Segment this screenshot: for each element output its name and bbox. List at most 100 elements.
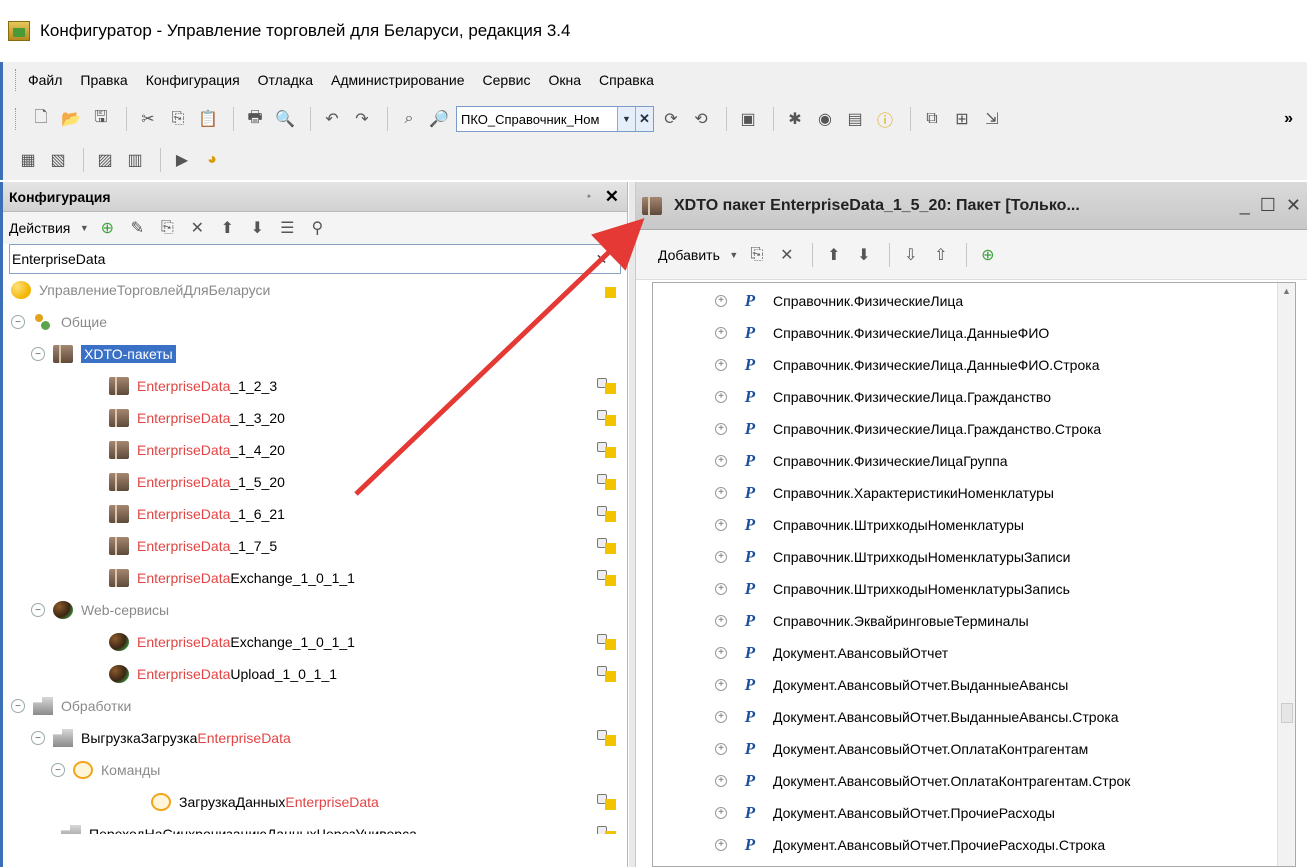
- chevron-down-icon[interactable]: ▼: [617, 107, 635, 131]
- xdto-type-row[interactable]: + P Документ.АвансовыйОтчет.ОплатаКонтраге…: [715, 733, 1088, 765]
- tree-filter-input[interactable]: [10, 251, 596, 267]
- delete-icon[interactable]: ✕: [774, 242, 800, 268]
- collapse-icon[interactable]: −: [31, 731, 45, 745]
- move-up-icon[interactable]: ⬆: [821, 242, 847, 268]
- menu-configuration[interactable]: Конфигурация: [146, 72, 240, 88]
- open-file-icon[interactable]: 📂: [58, 106, 84, 132]
- tree-xdto-item[interactable]: EnterpriseData _1_2_3: [109, 370, 277, 402]
- xdto-type-row[interactable]: + P Справочник.ФизическиеЛица.Гражданство.…: [715, 413, 1101, 445]
- tree-xdto-item[interactable]: EnterpriseData _1_7_5: [109, 530, 277, 562]
- expand-icon[interactable]: +: [715, 743, 727, 755]
- expand-icon[interactable]: +: [715, 775, 727, 787]
- menu-administration[interactable]: Администрирование: [331, 72, 465, 88]
- undo-icon[interactable]: ↶: [319, 106, 345, 132]
- database-icon[interactable]: ▨: [92, 147, 118, 173]
- tree-filter[interactable]: ✕: [9, 244, 621, 274]
- xdto-type-row[interactable]: + P Документ.АвансовыйОтчет.ВыданныеАвансы: [715, 669, 1068, 701]
- expand-icon[interactable]: +: [715, 679, 727, 691]
- tree-command-item[interactable]: ЗагрузкаДанных EnterpriseData: [151, 786, 379, 818]
- expand-icon[interactable]: +: [715, 391, 727, 403]
- close-icon[interactable]: ✕: [605, 187, 619, 207]
- tree-web-item[interactable]: EnterpriseData Exchange_1_0_1_1: [109, 626, 355, 658]
- filter-icon[interactable]: ⊞: [949, 106, 975, 132]
- copy-item-icon[interactable]: ⎘: [154, 215, 180, 241]
- find-prev-icon[interactable]: ⟲: [688, 106, 714, 132]
- tree-web-folder[interactable]: − Web-сервисы: [31, 594, 169, 626]
- filter-icon[interactable]: ⚲: [304, 215, 330, 241]
- menu-edit[interactable]: Правка: [80, 72, 127, 88]
- collapse-icon[interactable]: −: [51, 763, 65, 777]
- tree-commands-folder[interactable]: − Команды: [51, 754, 160, 786]
- menu-service[interactable]: Сервис: [483, 72, 531, 88]
- sort-icon[interactable]: ☰: [274, 215, 300, 241]
- export-schema-icon[interactable]: ⇧: [928, 242, 954, 268]
- menu-debug[interactable]: Отладка: [258, 72, 313, 88]
- info-icon[interactable]: ⓘ: [872, 106, 898, 132]
- vertical-scrollbar[interactable]: ▲: [1277, 283, 1295, 866]
- expand-icon[interactable]: +: [715, 839, 727, 851]
- run-icon[interactable]: ▶: [169, 147, 195, 173]
- add-dropdown-icon[interactable]: ▼: [728, 242, 740, 268]
- menu-windows[interactable]: Окна: [548, 72, 581, 88]
- maximize-icon[interactable]: ☐: [1260, 195, 1276, 216]
- search-icon[interactable]: 🔎: [426, 106, 452, 132]
- xdto-type-row[interactable]: + P Справочник.ФизическиеЛица.ДанныеФИО: [715, 317, 1049, 349]
- move-down-icon[interactable]: ⬇: [851, 242, 877, 268]
- move-up-icon[interactable]: ⬆: [214, 215, 240, 241]
- panel-icon[interactable]: ▦: [15, 147, 41, 173]
- expand-icon[interactable]: +: [715, 327, 727, 339]
- xdto-type-row[interactable]: + P Справочник.ШтрихкодыНоменклатуры: [715, 509, 1024, 541]
- tree-xdto-item[interactable]: EnterpriseData _1_5_20: [109, 466, 285, 498]
- debug-icon[interactable]: ✱: [782, 106, 808, 132]
- syntax-check-icon[interactable]: ▤: [842, 106, 868, 132]
- collapse-icon[interactable]: −: [31, 603, 45, 617]
- collapse-icon[interactable]: −: [11, 315, 25, 329]
- find-next-icon[interactable]: ⟳: [658, 106, 684, 132]
- expand-icon[interactable]: +: [715, 647, 727, 659]
- tree-root[interactable]: УправлениеТорговлейДляБеларуси: [11, 274, 270, 306]
- actions-dropdown-icon[interactable]: ▼: [78, 215, 90, 241]
- menu-file[interactable]: Файл: [28, 72, 62, 88]
- expand-icon[interactable]: +: [715, 711, 727, 723]
- paste-icon[interactable]: 📋: [195, 106, 221, 132]
- move-down-icon[interactable]: ⬇: [244, 215, 270, 241]
- menu-help[interactable]: Справка: [599, 72, 654, 88]
- add-menu[interactable]: Добавить: [658, 247, 720, 263]
- find-in-tree-icon[interactable]: ⌕: [396, 106, 422, 132]
- tree-common[interactable]: − Общие: [11, 306, 107, 338]
- module-icon[interactable]: ▧: [45, 147, 71, 173]
- close-icon[interactable]: ✕: [1286, 195, 1301, 216]
- delete-icon[interactable]: ✕: [184, 215, 210, 241]
- expand-icon[interactable]: +: [715, 583, 727, 595]
- xdto-type-row[interactable]: + P Справочник.ЭквайринговыеТерминалы: [715, 605, 1029, 637]
- minimize-icon[interactable]: _: [1240, 195, 1250, 216]
- save-icon[interactable]: 🖫: [88, 106, 114, 132]
- new-file-icon[interactable]: 🗋: [28, 106, 54, 132]
- search-input[interactable]: [457, 111, 617, 127]
- actions-menu[interactable]: Действия: [9, 220, 70, 236]
- expand-icon[interactable]: +: [715, 551, 727, 563]
- copy-item-icon[interactable]: ⎘: [744, 242, 770, 268]
- cut-icon[interactable]: ✂: [135, 106, 161, 132]
- tree-xdto-item[interactable]: EnterpriseData Exchange_1_0_1_1: [109, 562, 355, 594]
- xdto-type-row[interactable]: + P Документ.АвансовыйОтчет.ОплатаКонтраге…: [715, 765, 1130, 797]
- clear-icon[interactable]: ✕: [635, 107, 653, 131]
- collapse-icon[interactable]: −: [31, 347, 45, 361]
- xdto-type-row[interactable]: + P Справочник.ХарактеристикиНоменклатуры: [715, 477, 1054, 509]
- redo-icon[interactable]: ↷: [349, 106, 375, 132]
- compare-icon[interactable]: ⧉: [919, 106, 945, 132]
- expand-icon[interactable]: +: [715, 615, 727, 627]
- import-schema-icon[interactable]: ⇩: [898, 242, 924, 268]
- xdto-type-row[interactable]: + P Справочник.ФизическиеЛица.Гражданство: [715, 381, 1051, 413]
- expand-icon[interactable]: +: [715, 295, 727, 307]
- search-combo[interactable]: ▼ ✕: [456, 106, 654, 132]
- expand-icon[interactable]: +: [715, 359, 727, 371]
- xdto-type-row[interactable]: + P Справочник.ШтрихкодыНоменклатурыЗапись: [715, 573, 1070, 605]
- xdto-type-row[interactable]: + P Справочник.ФизическиеЛица: [715, 285, 963, 317]
- xdto-type-row[interactable]: + P Справочник.ШтрихкодыНоменклатурыЗаписи: [715, 541, 1070, 573]
- xdto-type-row[interactable]: + P Справочник.ФизическиеЛица.ДанныеФИО.Ст…: [715, 349, 1099, 381]
- scroll-thumb[interactable]: [1281, 703, 1293, 723]
- tree-processing-item[interactable]: − ВыгрузкаЗагрузка EnterpriseData: [31, 722, 291, 754]
- pane-splitter[interactable]: [629, 182, 636, 867]
- tree-last-item[interactable]: ПереходНаСинхронизациюДанныхЧерезУниверс…: [61, 818, 429, 834]
